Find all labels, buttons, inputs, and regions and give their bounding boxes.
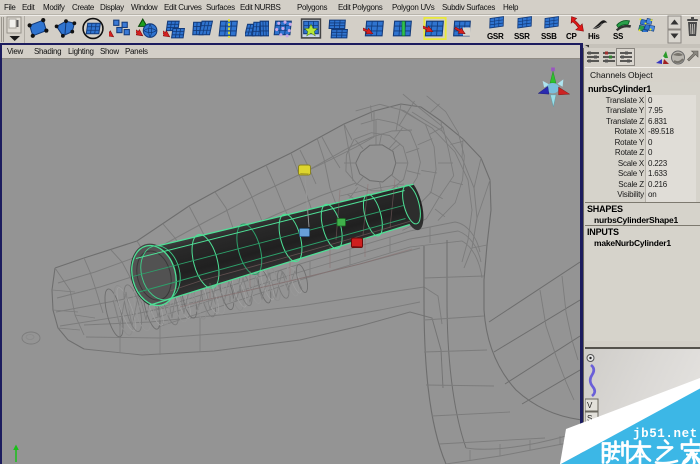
svg-text:jb51.net: jb51.net xyxy=(633,427,698,441)
